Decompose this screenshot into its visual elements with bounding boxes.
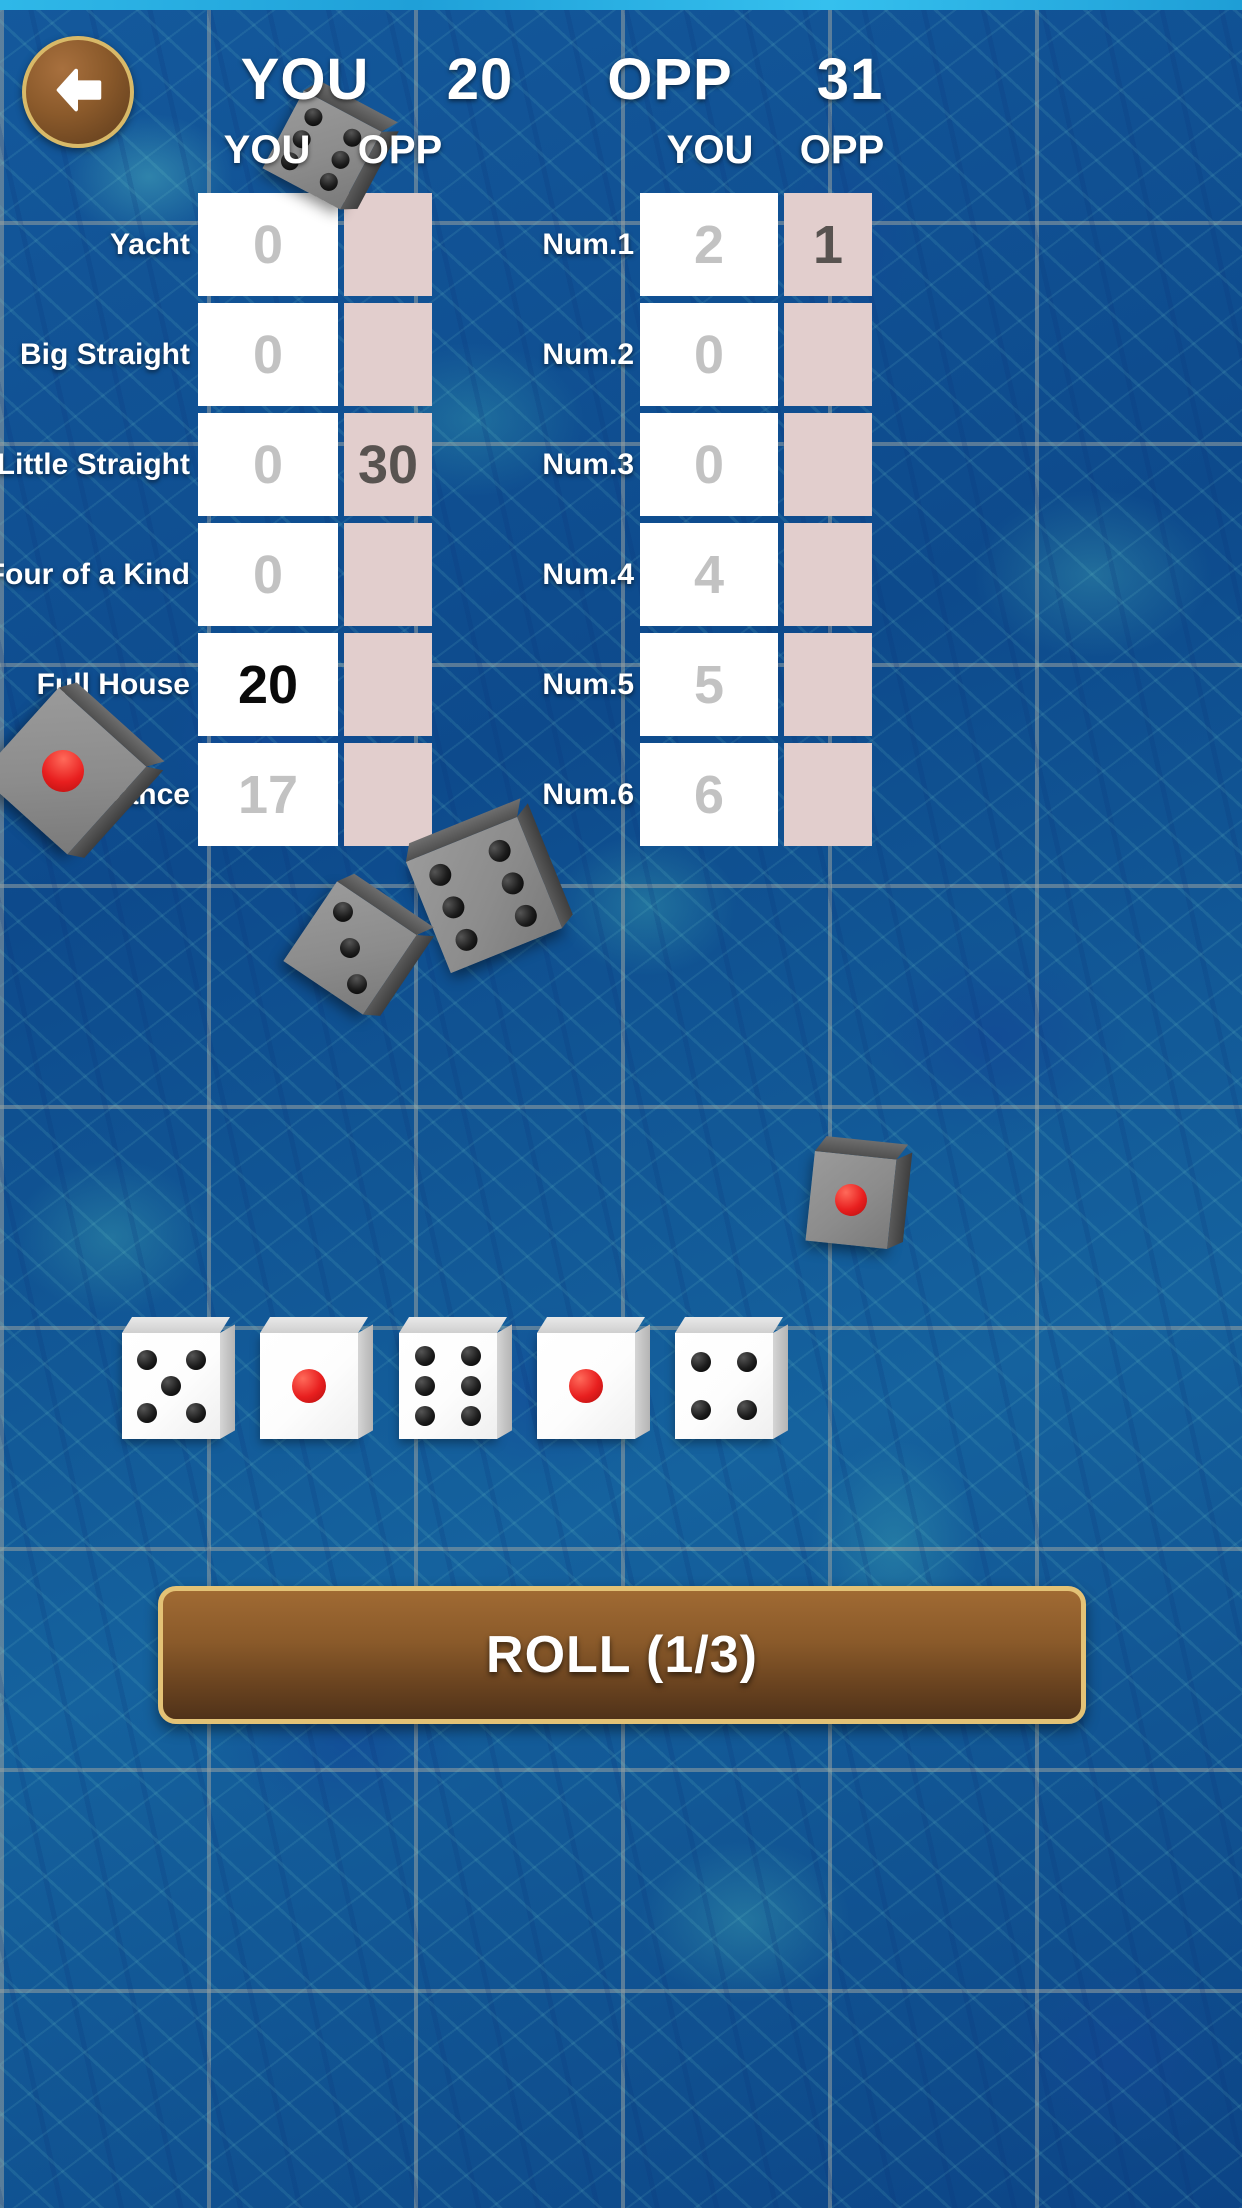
header-opp-score: 31 [816,47,884,112]
score-cell-you[interactable]: 20 [198,633,338,736]
score-row-label: Num.1 [542,227,634,261]
score-cell-opp [784,633,872,736]
score-cell-opp: 1 [784,193,872,296]
die-face [806,1151,897,1249]
die-face [122,1333,220,1439]
score-value: 4 [693,544,725,605]
score-value: 1 [812,214,844,275]
score-row-label: Num.5 [542,667,634,701]
score-value: 6 [693,764,725,825]
score-cell-you[interactable]: 0 [640,413,778,516]
header-you-label: YOU [240,47,370,112]
score-cell-opp [344,303,432,406]
score-value: 17 [237,764,299,825]
score-cell-opp [784,413,872,516]
game-screen: YOU 20 OPP 31 YOU OPP YOU OPP Yacht 0 Big … [0,0,1242,2208]
score-cell-opp [784,743,872,846]
header-you-score: 20 [446,47,514,112]
score-value: 0 [252,214,284,275]
score-cell-you[interactable]: 2 [640,193,778,296]
score-value: 5 [693,654,725,715]
left-table-col-you-header: YOU [223,128,311,172]
score-cell-opp: 30 [344,413,432,516]
header-opp-label: OPP [607,47,733,112]
back-arrow-icon [47,59,109,126]
score-cell-you[interactable]: 0 [198,193,338,296]
left-table-col-opp-header: OPP [357,128,443,172]
tumbling-die-mid-left[interactable] [283,873,434,1016]
score-row-label: Little Straight [0,447,190,481]
right-table-col-you-header: YOU [666,128,754,172]
roll-button[interactable]: ROLL (1/3) [158,1586,1086,1724]
die-face [260,1333,358,1439]
die-2[interactable] [260,1317,373,1439]
score-value: 0 [252,324,284,385]
tumbling-die-mid-center[interactable] [405,798,573,974]
score-row-label: Num.3 [542,447,634,481]
score-value: 0 [252,434,284,495]
score-cell-you[interactable]: 6 [640,743,778,846]
score-cell-opp [344,633,432,736]
score-cell-you[interactable]: 4 [640,523,778,626]
score-value: 20 [237,654,299,715]
score-cell-opp [344,743,432,846]
score-cell-you[interactable]: 0 [198,413,338,516]
die-face [675,1333,773,1439]
score-cell-opp [784,303,872,406]
roll-button-label: ROLL (1/3) [486,1626,758,1684]
score-row-label: Num.2 [542,337,634,371]
die-5[interactable] [675,1317,788,1439]
score-row-label: Big Straight [20,337,190,371]
back-button[interactable] [22,36,134,148]
score-cell-you[interactable]: 0 [198,523,338,626]
score-cell-opp [784,523,872,626]
score-value: 0 [693,434,725,495]
score-value: 0 [252,544,284,605]
header-bar: YOU 20 OPP 31 [0,20,1242,148]
score-cell-you[interactable]: 17 [198,743,338,846]
score-cell-you[interactable]: 0 [640,303,778,406]
right-table-col-opp-header: OPP [799,128,885,172]
die-face [399,1333,497,1439]
die-3[interactable] [399,1317,512,1439]
die-1[interactable] [122,1317,235,1439]
score-cell-you[interactable]: 0 [198,303,338,406]
score-row-label: Yacht [109,227,190,261]
die-4[interactable] [537,1317,650,1439]
score-value: 30 [357,434,419,495]
tumbling-die-right-edge[interactable] [805,1136,913,1250]
score-row-label: Num.4 [542,557,634,591]
screen-top-edge [0,0,1242,10]
score-cell-you[interactable]: 5 [640,633,778,736]
die-face [537,1333,635,1439]
score-value: 0 [693,324,725,385]
score-row-label: Four of a Kind [0,557,190,591]
score-cell-opp [344,523,432,626]
score-value: 2 [693,214,725,275]
